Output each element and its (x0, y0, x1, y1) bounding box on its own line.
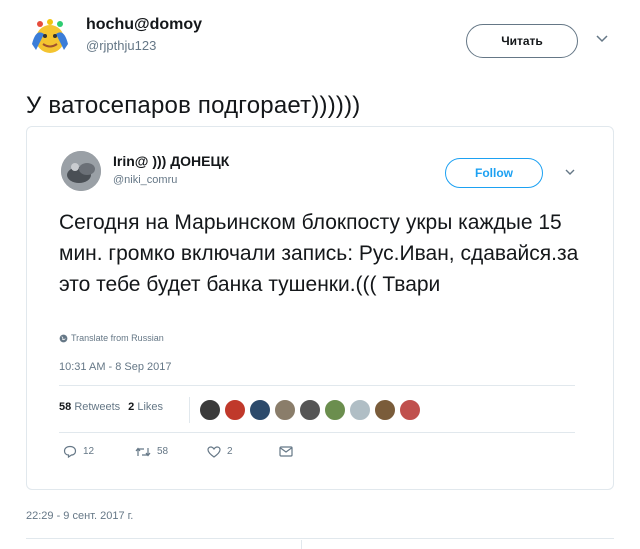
retweets-stat[interactable]: 58 Retweets (59, 401, 120, 413)
divider (59, 432, 575, 433)
divider (301, 540, 302, 549)
liker-avatar[interactable] (274, 399, 296, 421)
quoted-timestamp[interactable]: 10:31 AM - 8 Sep 2017 (59, 361, 172, 373)
likes-count: 2 (128, 401, 135, 413)
reply-button[interactable]: 12 (63, 445, 135, 458)
liker-avatar[interactable] (324, 399, 346, 421)
divider (59, 385, 575, 386)
quoted-tweet-text: Сегодня на Марьинском блокпосту укры каж… (59, 211, 579, 296)
likes-label: Likes (137, 401, 164, 413)
reply-icon (63, 445, 77, 458)
direct-message-button[interactable] (279, 446, 351, 457)
liker-avatar[interactable] (249, 399, 271, 421)
user-name[interactable]: hochu@domoy (86, 16, 202, 34)
divider (26, 538, 614, 539)
retweet-icon (135, 447, 151, 456)
quoted-chevron-down-icon[interactable] (565, 165, 575, 179)
tweet-timestamp[interactable]: 22:29 - 9 сент. 2017 г. (26, 510, 133, 522)
quoted-tweet-card[interactable]: Irin@ ))) ДОНЕЦК @niki_comru Follow Сего… (26, 126, 614, 490)
liker-avatar[interactable] (374, 399, 396, 421)
like-count: 2 (227, 446, 233, 457)
liker-avatar[interactable] (199, 399, 221, 421)
liker-avatar[interactable] (349, 399, 371, 421)
chevron-down-icon[interactable] (596, 30, 608, 46)
engagement-stats: 58 Retweets 2 Likes (59, 401, 163, 413)
quoted-avatar[interactable] (61, 151, 101, 191)
translate-link[interactable]: Translate from Russian (59, 333, 164, 343)
retweets-label: Retweets (74, 401, 121, 413)
user-handle[interactable]: @rjpthju123 (86, 38, 156, 53)
tweet-text: У ватосепаров подгорает)))))) (26, 92, 361, 119)
liker-avatar[interactable] (399, 399, 421, 421)
quoted-follow-button[interactable]: Follow (445, 158, 543, 188)
retweet-count: 58 (157, 446, 169, 457)
action-bar: 12 58 2 (63, 445, 351, 458)
avatar[interactable] (26, 14, 74, 62)
quoted-user-handle[interactable]: @niki_comru (113, 174, 177, 186)
globe-icon (59, 334, 68, 342)
retweet-button[interactable]: 58 (135, 446, 207, 458)
follow-button[interactable]: Читать (466, 24, 578, 58)
heart-icon (207, 445, 221, 458)
likes-stat[interactable]: 2 Likes (128, 401, 163, 413)
liker-avatar[interactable] (299, 399, 321, 421)
likers-avatars (199, 399, 421, 421)
translate-label[interactable]: Translate from Russian (71, 333, 164, 343)
retweets-count: 58 (59, 401, 72, 413)
reply-count: 12 (83, 446, 95, 457)
liker-avatar[interactable] (224, 399, 246, 421)
quoted-user-name[interactable]: Irin@ ))) ДОНЕЦК (113, 153, 229, 169)
like-button[interactable]: 2 (207, 445, 279, 458)
envelope-icon (279, 446, 293, 457)
stats-separator (189, 397, 190, 423)
